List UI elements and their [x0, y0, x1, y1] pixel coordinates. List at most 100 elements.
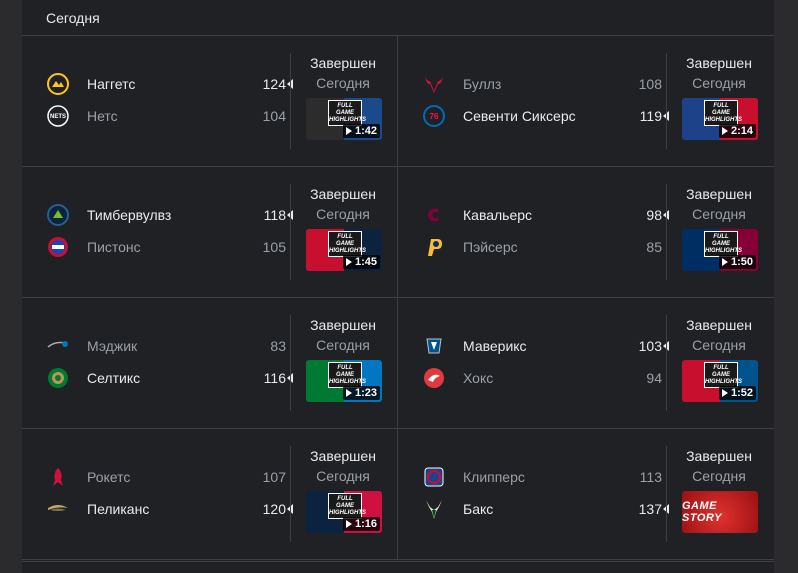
team-name: Севенти Сиксерс	[463, 108, 576, 124]
highlights-video-thumbnail[interactable]: FULL GAME HIGHLIGHTS 1:16	[306, 491, 382, 533]
highlights-badge: FULL GAME HIGHLIGHTS	[704, 231, 742, 257]
vertical-divider	[666, 446, 667, 542]
game-status: Завершен Сегодня	[682, 446, 756, 486]
highlights-video-thumbnail[interactable]: FULL GAME HIGHLIGHTS 2:14	[682, 98, 758, 140]
duration-label: 1:42	[354, 125, 377, 137]
team-name: Пистонс	[87, 239, 141, 255]
status-label: Завершен	[310, 317, 376, 333]
team-name: Пэйсерс	[463, 239, 518, 255]
team-row-away[interactable]: Пэйсерс 85	[422, 231, 662, 263]
game-card[interactable]: Кавальерс 98 Пэйсерс 85 Завершен Сегодня FUL…	[398, 167, 774, 298]
team-row-home[interactable]: Наггетс 124	[46, 68, 293, 100]
games-grid: Наггетс 124 NETS Нетс 104 Завершен Сегодня FU…	[22, 36, 774, 560]
team-name: Мэджик	[87, 338, 138, 354]
bucks-logo-icon	[422, 497, 446, 521]
game-status: Завершен Сегодня	[682, 315, 756, 355]
team-name: Бакс	[463, 501, 494, 517]
highlights-video-thumbnail[interactable]: FULL GAME HIGHLIGHTS 1:45	[306, 229, 382, 271]
hawks-logo-icon	[422, 366, 446, 390]
game-card[interactable]: Наггетс 124 NETS Нетс 104 Завершен Сегодня FU…	[22, 36, 398, 167]
highlights-badge: FULL GAME HIGHLIGHTS	[328, 362, 366, 388]
nuggets-logo-icon	[46, 72, 70, 96]
duration-label: 2:14	[730, 125, 753, 137]
magic-logo-icon	[46, 334, 70, 358]
team-name: Тимбервулвз	[87, 207, 172, 223]
vertical-divider	[290, 446, 291, 542]
svg-text:NETS: NETS	[50, 114, 66, 120]
status-day: Сегодня	[316, 337, 370, 353]
team-name: Наггетс	[87, 76, 136, 92]
game-status: Завершен Сегодня	[306, 446, 380, 486]
duration-label: 1:50	[730, 256, 753, 268]
bottom-divider	[22, 561, 774, 573]
team-row-away[interactable]: Селтикс 116	[46, 362, 293, 394]
status-label: Завершен	[310, 55, 376, 71]
team-row-home[interactable]: Кавальерс 98	[422, 199, 669, 231]
team-row-home[interactable]: Мэджик 83	[46, 330, 286, 362]
team-row-away[interactable]: Хокс 94	[422, 362, 662, 394]
nets-logo-icon: NETS	[46, 104, 70, 128]
play-icon	[721, 389, 728, 397]
video-duration: 1:45	[342, 255, 380, 269]
game-card[interactable]: Буллз 108 76 Севенти Сиксерс 119 Завершен Сег…	[398, 36, 774, 167]
game-story-thumbnail[interactable]: GAME STORY	[682, 491, 758, 533]
duration-label: 1:23	[354, 387, 377, 399]
team-score: 120	[262, 501, 286, 517]
team-score: 116	[263, 370, 286, 386]
game-card[interactable]: Тимбервулвз 118 Пистонс 105 Завершен Сегодня…	[22, 167, 398, 298]
team-row-away[interactable]: NETS Нетс 104	[46, 100, 286, 132]
sixers-logo-icon: 76	[422, 104, 446, 128]
pacers-logo-icon	[422, 235, 446, 259]
status-label: Завершен	[686, 55, 752, 71]
teams-list: Клипперс 113 Бакс 137	[422, 461, 669, 525]
team-row-home[interactable]: Клипперс 113	[422, 461, 662, 493]
team-score: 124	[262, 76, 286, 92]
status-day: Сегодня	[316, 75, 370, 91]
teams-list: Буллз 108 76 Севенти Сиксерс 119	[422, 68, 669, 132]
teams-list: Наггетс 124 NETS Нетс 104	[46, 68, 293, 132]
highlights-video-thumbnail[interactable]: FULL GAME HIGHLIGHTS 1:52	[682, 360, 758, 402]
game-card[interactable]: Рокетс 107 Пеликанс 120 Завершен Сегодня FUL…	[22, 429, 398, 560]
vertical-divider	[666, 315, 667, 411]
teams-list: Кавальерс 98 Пэйсерс 85	[422, 199, 669, 263]
highlights-badge: FULL GAME HIGHLIGHTS	[328, 231, 366, 257]
video-duration: 1:52	[718, 386, 756, 400]
game-card[interactable]: Мэджик 83 Селтикс 116 Завершен Сегодня FULL …	[22, 298, 398, 429]
team-name: Рокетс	[87, 469, 131, 485]
team-score: 83	[270, 338, 286, 354]
status-label: Завершен	[686, 186, 752, 202]
team-score: 98	[646, 207, 662, 223]
team-row-home[interactable]: Тимбервулвз 118	[46, 199, 293, 231]
team-row-away[interactable]: Пистонс 105	[46, 231, 286, 263]
status-day: Сегодня	[692, 468, 746, 484]
team-score: 103	[638, 338, 662, 354]
video-duration: 1:50	[718, 255, 756, 269]
game-card[interactable]: Маверикс 103 Хокс 94 Завершен Сегодня FULL G…	[398, 298, 774, 429]
team-name: Пеликанс	[87, 501, 150, 517]
svg-text:76: 76	[430, 112, 439, 121]
team-row-away[interactable]: Бакс 137	[422, 493, 669, 525]
game-card[interactable]: Клипперс 113 Бакс 137 Завершен Сегодня GAME S…	[398, 429, 774, 560]
highlights-video-thumbnail[interactable]: FULL GAME HIGHLIGHTS 1:50	[682, 229, 758, 271]
status-day: Сегодня	[316, 206, 370, 222]
date-header-label: Сегодня	[46, 9, 100, 26]
status-day: Сегодня	[692, 75, 746, 91]
highlights-video-thumbnail[interactable]: FULL GAME HIGHLIGHTS 1:42	[306, 98, 382, 140]
team-row-home[interactable]: Рокетс 107	[46, 461, 286, 493]
game-story-label: GAME STORY	[682, 500, 722, 524]
team-score: 104	[262, 108, 286, 124]
vertical-divider	[666, 184, 667, 280]
status-day: Сегодня	[692, 337, 746, 353]
highlights-video-thumbnail[interactable]: FULL GAME HIGHLIGHTS 1:23	[306, 360, 382, 402]
game-status: Завершен Сегодня	[682, 53, 756, 93]
teams-list: Мэджик 83 Селтикс 116	[46, 330, 293, 394]
team-row-home[interactable]: Буллз 108	[422, 68, 662, 100]
team-row-home[interactable]: Маверикс 103	[422, 330, 669, 362]
mavericks-logo-icon	[422, 334, 446, 358]
game-status: Завершен Сегодня	[682, 184, 756, 224]
team-row-away[interactable]: Пеликанс 120	[46, 493, 293, 525]
timberwolves-logo-icon	[46, 203, 70, 227]
team-row-away[interactable]: 76 Севенти Сиксерс 119	[422, 100, 669, 132]
highlights-badge: FULL GAME HIGHLIGHTS	[704, 362, 742, 388]
play-icon	[345, 258, 352, 266]
